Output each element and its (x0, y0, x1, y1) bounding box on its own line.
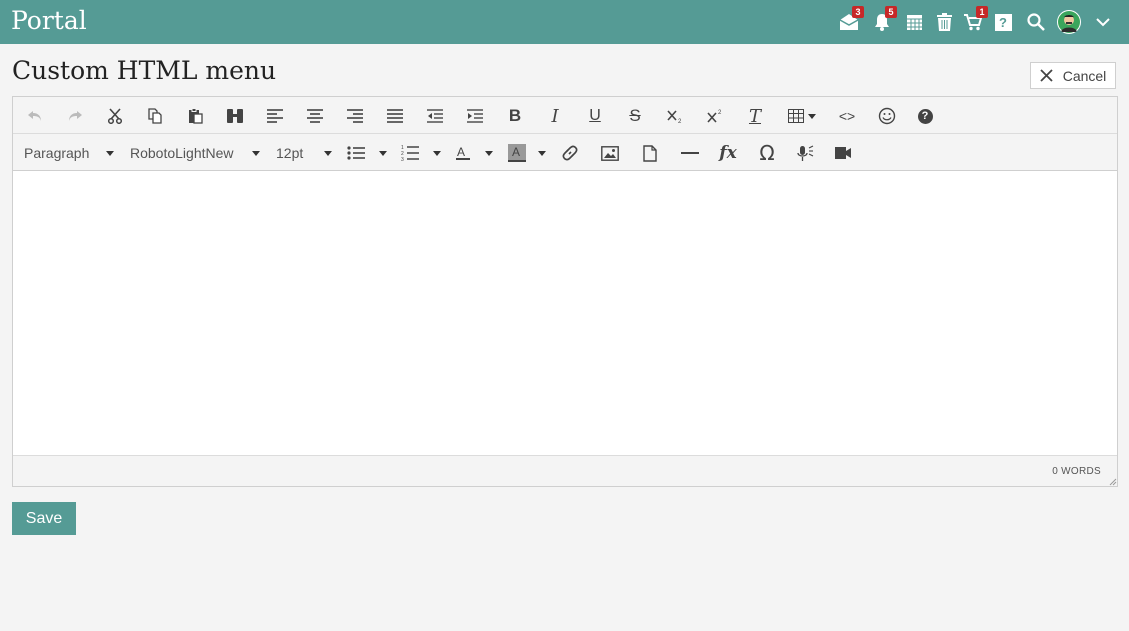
search-icon[interactable] (1025, 11, 1047, 33)
formula-icon[interactable]: fx (716, 142, 740, 164)
italic-icon[interactable]: I (543, 105, 567, 127)
editor-toolbar-secondary: Paragraph RobotoLightNew 12pt 123 A A fx… (13, 134, 1117, 171)
messages-icon[interactable]: 3 (838, 6, 864, 33)
editor-content-area[interactable] (13, 172, 1117, 455)
page-title: Custom HTML menu (12, 56, 277, 85)
link-icon[interactable] (558, 142, 582, 164)
help-editor-icon[interactable]: ? (913, 105, 937, 127)
cancel-label: Cancel (1062, 67, 1107, 84)
image-icon[interactable] (598, 142, 622, 164)
font-family-select-value: RobotoLightNew (130, 145, 234, 161)
emoticons-icon[interactable] (875, 105, 899, 127)
numbered-list-icon[interactable]: 123 (401, 142, 441, 164)
clear-formatting-icon[interactable]: T (743, 105, 767, 127)
help-icon[interactable]: ? (992, 11, 1014, 33)
font-caret-icon (252, 150, 260, 156)
save-button[interactable]: Save (12, 502, 76, 535)
bullet-caret-icon (379, 150, 387, 156)
document-icon[interactable] (638, 142, 662, 164)
svg-text:3: 3 (401, 157, 404, 161)
indent-icon[interactable] (463, 105, 487, 127)
video-icon[interactable] (831, 142, 855, 164)
format-caret-icon (106, 150, 114, 156)
font-size-select[interactable]: 12pt (276, 142, 332, 164)
text-color-caret-icon (485, 150, 493, 156)
copy-icon[interactable] (143, 105, 167, 127)
format-select-value: Paragraph (24, 145, 90, 161)
bg-color-caret-icon (538, 150, 546, 156)
notifications-badge: 5 (885, 6, 897, 18)
cancel-button[interactable]: Cancel (1030, 62, 1116, 89)
notifications-icon[interactable]: 5 (871, 6, 897, 33)
editor-toolbar-primary: B I U S 2 2 T <> ? (13, 97, 1117, 134)
word-count: 0 WORDS (1052, 466, 1101, 477)
top-bar: Portal 3 5 1 ? (0, 0, 1129, 44)
size-caret-icon (324, 150, 332, 156)
messages-badge: 3 (852, 6, 864, 18)
svg-text:2: 2 (678, 119, 682, 124)
bullet-list-icon[interactable] (347, 142, 387, 164)
chevron-down-icon[interactable] (1092, 11, 1114, 33)
subscript-icon[interactable]: 2 (663, 105, 687, 127)
user-avatar[interactable] (1057, 10, 1081, 34)
undo-icon[interactable] (23, 105, 47, 127)
superscript-icon[interactable]: 2 (703, 105, 727, 127)
format-select[interactable]: Paragraph (24, 142, 114, 164)
outdent-icon[interactable] (423, 105, 447, 127)
resize-handle-icon[interactable] (1107, 476, 1117, 486)
calendar-icon[interactable] (903, 11, 925, 33)
special-character-icon[interactable]: Ω (755, 141, 779, 165)
source-code-icon[interactable]: <> (835, 105, 859, 127)
trash-icon[interactable] (933, 11, 955, 33)
text-color-icon[interactable]: A (455, 142, 493, 164)
horizontal-rule-icon[interactable] (678, 142, 702, 164)
svg-text:2: 2 (718, 110, 722, 116)
paste-icon[interactable] (183, 105, 207, 127)
align-center-icon[interactable] (303, 105, 327, 127)
svg-text:A: A (512, 145, 520, 159)
align-right-icon[interactable] (343, 105, 367, 127)
cut-icon[interactable] (103, 105, 127, 127)
help-glyph: ? (994, 13, 1012, 31)
font-family-select[interactable]: RobotoLightNew (130, 142, 260, 164)
bold-icon[interactable]: B (503, 105, 527, 127)
underline-icon[interactable]: U (583, 105, 607, 127)
speech-icon[interactable] (793, 142, 817, 164)
align-justify-icon[interactable] (383, 105, 407, 127)
strikethrough-icon[interactable]: S (623, 105, 647, 127)
svg-text:A: A (457, 145, 465, 159)
brand-logo[interactable]: Portal (11, 6, 87, 35)
cart-icon[interactable]: 1 (962, 6, 988, 33)
table-caret-icon (808, 113, 816, 119)
font-size-select-value: 12pt (276, 145, 304, 161)
help-editor-glyph: ? (917, 108, 933, 124)
redo-icon[interactable] (63, 105, 87, 127)
close-icon (1040, 69, 1053, 82)
editor-status-bar: 0 WORDS (13, 455, 1117, 486)
rich-text-editor: B I U S 2 2 T <> ? Paragraph RobotoLight… (12, 96, 1118, 487)
cart-badge: 1 (976, 6, 988, 18)
find-replace-icon[interactable] (223, 105, 247, 127)
table-icon[interactable] (785, 105, 819, 127)
numbered-caret-icon (433, 150, 441, 156)
background-color-icon[interactable]: A (508, 142, 546, 164)
align-left-icon[interactable] (263, 105, 287, 127)
